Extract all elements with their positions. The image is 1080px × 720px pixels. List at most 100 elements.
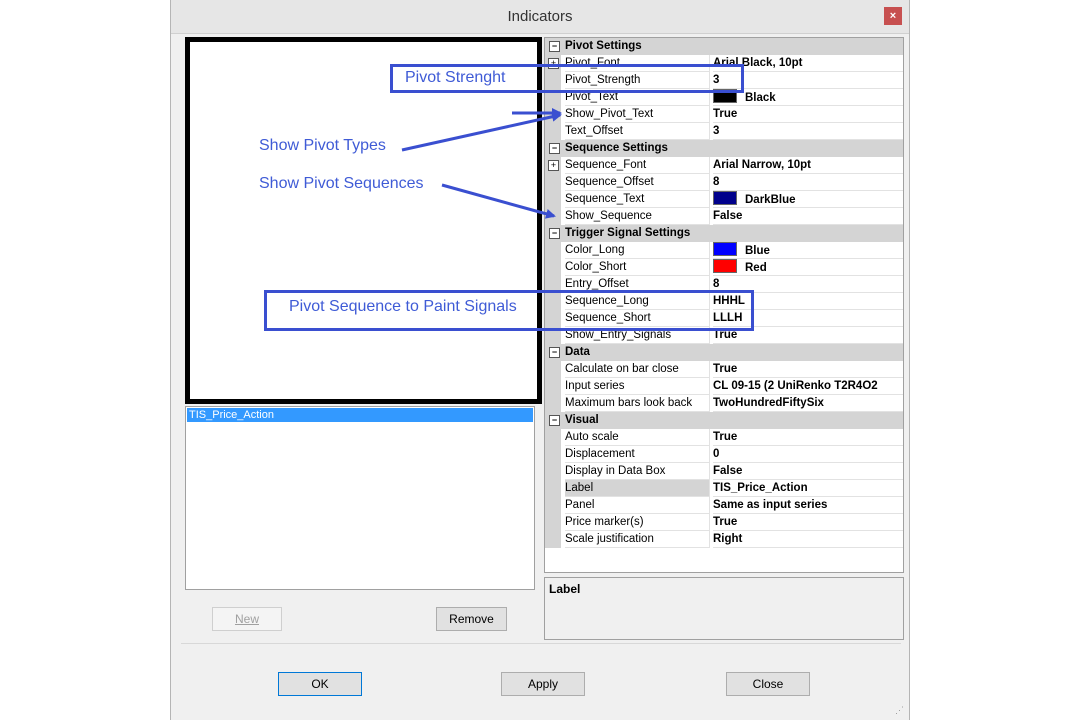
property-name: Panel — [565, 497, 710, 514]
property-value[interactable]: Blue — [713, 242, 903, 259]
property-name: Sequence_Offset — [565, 174, 710, 191]
property-row[interactable]: Displacement 0 — [545, 446, 903, 463]
property-value-text: Blue — [745, 245, 770, 257]
apply-button[interactable]: Apply — [501, 672, 585, 696]
indicators-dialog: Indicators × TIS_Price_Action New Remove… — [170, 0, 910, 720]
list-item[interactable]: TIS_Price_Action — [187, 408, 533, 422]
indicator-list[interactable]: TIS_Price_Action — [185, 406, 535, 590]
property-value[interactable]: True — [713, 106, 903, 123]
property-row[interactable]: Auto scale True — [545, 429, 903, 446]
help-panel: Label — [544, 577, 904, 640]
property-value[interactable]: TwoHundredFiftySix — [713, 395, 903, 412]
property-value[interactable]: 3 — [713, 123, 903, 140]
category-visual[interactable]: − Visual — [545, 412, 903, 429]
property-name: Auto scale — [565, 429, 710, 446]
color-swatch — [713, 242, 737, 256]
property-row[interactable]: Maximum bars look back TwoHundredFiftySix — [545, 395, 903, 412]
property-value[interactable]: True — [713, 361, 903, 378]
property-value[interactable]: Arial Narrow, 10pt — [713, 157, 903, 174]
property-name: Show_Sequence — [565, 208, 710, 225]
property-name: Input series — [565, 378, 710, 395]
category-label: Trigger Signal Settings — [565, 227, 691, 239]
property-value[interactable]: DarkBlue — [713, 191, 903, 208]
property-row[interactable]: Show_Sequence False — [545, 208, 903, 225]
annotation-show-pivot-types: Show Pivot Types — [259, 137, 386, 154]
property-value[interactable]: True — [713, 514, 903, 531]
annotation-paint-signals: Pivot Sequence to Paint Signals — [289, 298, 517, 315]
title-bar[interactable]: Indicators × — [171, 0, 909, 34]
category-label: Pivot Settings — [565, 40, 642, 52]
ok-button[interactable]: OK — [278, 672, 362, 696]
collapse-icon[interactable]: − — [549, 228, 560, 239]
color-swatch — [713, 191, 737, 205]
property-row[interactable]: Panel Same as input series — [545, 497, 903, 514]
property-row[interactable]: Sequence_Text DarkBlue — [545, 191, 903, 208]
close-button-label: Close — [752, 677, 784, 691]
property-row[interactable]: Input series CL 09-15 (2 UniRenko T2R4O2 — [545, 378, 903, 395]
property-value-text: DarkBlue — [745, 194, 796, 206]
property-value[interactable]: False — [713, 208, 903, 225]
property-row-selected[interactable]: Label TIS_Price_Action — [545, 480, 903, 497]
resize-grip-icon[interactable]: ⋰ — [895, 705, 904, 716]
help-title: Label — [549, 582, 581, 596]
property-value[interactable]: 0 — [713, 446, 903, 463]
property-name: Maximum bars look back — [565, 395, 710, 412]
property-name: Price marker(s) — [565, 514, 710, 531]
property-row[interactable]: Scale justification Right — [545, 531, 903, 548]
property-row[interactable]: Sequence_Offset 8 — [545, 174, 903, 191]
property-name: Label — [565, 480, 710, 497]
property-name: Calculate on bar close — [565, 361, 710, 378]
annotation-show-pivot-sequences: Show Pivot Sequences — [259, 175, 424, 192]
category-label: Sequence Settings — [565, 142, 668, 154]
property-name: Displacement — [565, 446, 710, 463]
window-title: Indicators — [507, 8, 573, 25]
remove-button-label: Remove — [449, 612, 494, 626]
category-trigger-signal-settings[interactable]: − Trigger Signal Settings — [545, 225, 903, 242]
collapse-icon[interactable]: − — [549, 41, 560, 52]
property-value[interactable]: CL 09-15 (2 UniRenko T2R4O2 — [713, 378, 903, 395]
close-window-icon[interactable]: × — [884, 7, 902, 25]
category-sequence-settings[interactable]: − Sequence Settings — [545, 140, 903, 157]
collapse-icon[interactable]: − — [549, 415, 560, 426]
property-row[interactable]: Color_Long Blue — [545, 242, 903, 259]
property-value-text: Black — [745, 92, 776, 104]
property-value-text: Red — [745, 262, 767, 274]
collapse-icon[interactable]: − — [549, 347, 560, 358]
remove-button[interactable]: Remove — [436, 607, 507, 631]
property-value[interactable]: Right — [713, 531, 903, 548]
property-name: Show_Pivot_Text — [565, 106, 710, 123]
property-row[interactable]: Display in Data Box False — [545, 463, 903, 480]
new-button[interactable]: New — [212, 607, 282, 631]
category-label: Visual — [565, 414, 599, 426]
color-swatch — [713, 259, 737, 273]
divider — [181, 643, 901, 644]
category-pivot-settings[interactable]: − Pivot Settings — [545, 38, 903, 55]
property-row[interactable]: Calculate on bar close True — [545, 361, 903, 378]
close-button[interactable]: Close — [726, 672, 810, 696]
expand-icon[interactable]: + — [548, 160, 559, 171]
property-name: Color_Long — [565, 242, 710, 259]
new-button-label: New — [234, 612, 259, 626]
property-value[interactable]: True — [713, 429, 903, 446]
annotation-pivot-strength: Pivot Strenght — [405, 69, 506, 86]
property-name: Scale justification — [565, 531, 710, 548]
property-value[interactable]: Same as input series — [713, 497, 903, 514]
property-name: Sequence_Text — [565, 191, 710, 208]
property-row[interactable]: Color_Short Red — [545, 259, 903, 276]
property-row[interactable]: Show_Pivot_Text True — [545, 106, 903, 123]
property-value[interactable]: False — [713, 463, 903, 480]
property-row[interactable]: Text_Offset 3 — [545, 123, 903, 140]
property-value[interactable]: Red — [713, 259, 903, 276]
property-name: Color_Short — [565, 259, 710, 276]
property-row[interactable]: Price marker(s) True — [545, 514, 903, 531]
property-row[interactable]: + Sequence_Font Arial Narrow, 10pt — [545, 157, 903, 174]
category-data[interactable]: − Data — [545, 344, 903, 361]
property-value[interactable]: 8 — [713, 174, 903, 191]
property-name: Display in Data Box — [565, 463, 710, 480]
category-label: Data — [565, 346, 590, 358]
apply-button-label: Apply — [527, 677, 559, 691]
property-name: Text_Offset — [565, 123, 710, 140]
property-name: Sequence_Font — [565, 157, 710, 174]
property-value[interactable]: TIS_Price_Action — [713, 480, 903, 497]
collapse-icon[interactable]: − — [549, 143, 560, 154]
